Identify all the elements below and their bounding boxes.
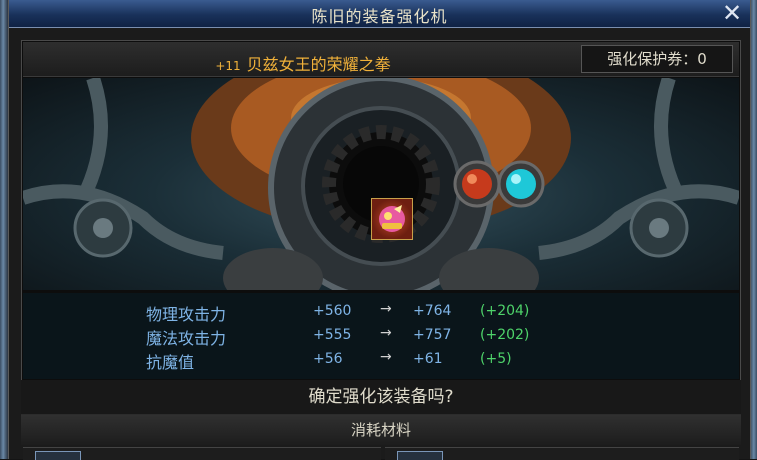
enhance-level: +11: [215, 59, 241, 73]
background-edge-left: [0, 0, 8, 459]
enhance-window: 陈旧的装备强化机 ✕ +11 贝兹女王的荣耀之拳 强化保护券：0 物理攻击力 +…: [8, 0, 751, 460]
stat-label: 物理攻击力: [146, 305, 227, 324]
stat-diff-value: (+202): [480, 327, 530, 343]
enhance-machine-illustration: [23, 78, 739, 290]
stat-label: 抗魔值: [146, 353, 195, 372]
stat-diff-value: (+5): [480, 351, 512, 367]
materials-title: 消耗材料: [21, 415, 741, 445]
cyan-orb-icon: [497, 160, 545, 208]
stat-row-magic-attack: 魔法攻击力 +555 → +757 (+202): [23, 325, 739, 348]
stat-old-value: +560: [313, 303, 352, 319]
item-name: +11 贝兹女王的荣耀之拳: [23, 51, 583, 75]
right-valve-icon: [629, 198, 689, 258]
arrow-right-icon: →: [380, 349, 392, 365]
stat-old-value: +56: [313, 351, 343, 367]
stat-row-magic-resist: 抗魔值 +56 → +61 (+5): [23, 349, 739, 372]
enhance-panel: +11 贝兹女王的荣耀之拳 强化保护券：0 物理攻击力 +560 → +764 …: [21, 40, 741, 382]
left-valve-icon: [73, 198, 133, 258]
stat-new-value: +764: [413, 303, 452, 319]
stat-old-value: +555: [313, 327, 352, 343]
item-name-bar: +11 贝兹女王的荣耀之拳 强化保护券：0: [23, 42, 739, 77]
stat-label: 魔法攻击力: [146, 329, 227, 348]
stat-new-value: +61: [413, 351, 443, 367]
equipment-slot[interactable]: [371, 198, 413, 240]
arrow-right-icon: →: [380, 325, 392, 341]
close-icon[interactable]: ✕: [720, 1, 744, 25]
red-orb-icon: [453, 160, 501, 208]
window-title: 陈旧的装备强化机: [311, 7, 448, 26]
queen-fist-item-icon: [379, 205, 405, 232]
stat-new-value: +757: [413, 327, 452, 343]
title-bar[interactable]: 陈旧的装备强化机 ✕: [9, 0, 750, 28]
protection-ticket-count: 强化保护券：0: [581, 45, 733, 73]
stat-changes: 物理攻击力 +560 → +764 (+204) 魔法攻击力 +555 → +7…: [23, 293, 739, 379]
confirm-question: 确定强化该装备吗?: [21, 380, 741, 415]
arrow-right-icon: →: [380, 301, 392, 317]
stat-row-physical-attack: 物理攻击力 +560 → +764 (+204): [23, 301, 739, 324]
item-name-text: 贝兹女王的荣耀之拳: [246, 55, 391, 74]
stat-diff-value: (+204): [480, 303, 530, 319]
